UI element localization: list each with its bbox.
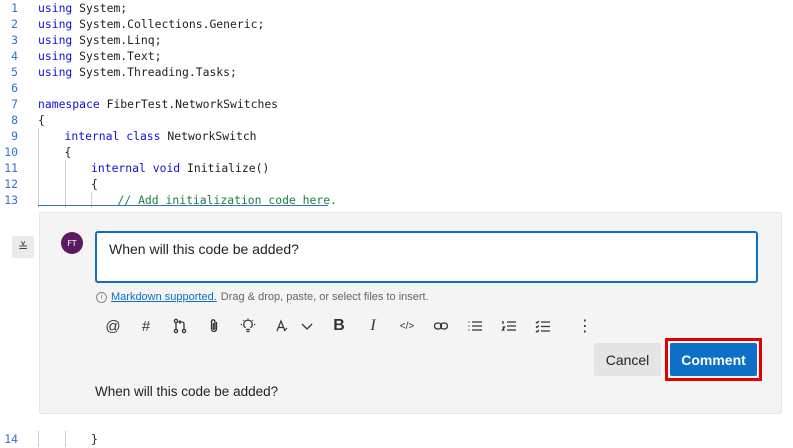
line-number: 8 xyxy=(11,113,18,127)
selected-line-underline xyxy=(38,205,328,206)
code-line: 14} xyxy=(0,431,793,447)
code-line: 2 using System.Collections.Generic; xyxy=(0,16,793,32)
line-number: 10 xyxy=(4,145,18,159)
code-text: using System.Threading.Tasks; xyxy=(38,65,237,79)
heading-icon[interactable] xyxy=(271,315,293,337)
code-text: { xyxy=(38,113,45,127)
code-line: 11 internal void Initialize() xyxy=(0,160,793,176)
mention-icon[interactable]: @ xyxy=(102,315,124,337)
code-text: { xyxy=(91,177,98,191)
code-text: internal void Initialize() xyxy=(91,161,270,175)
drag-drop-hint: Drag & drop, paste, or select files to i… xyxy=(220,291,429,303)
line-number: 13 xyxy=(4,193,18,207)
code-line: 12 { xyxy=(0,176,793,192)
attach-icon[interactable] xyxy=(203,315,225,337)
comment-button[interactable]: Comment xyxy=(670,343,757,376)
code-line: 5 using System.Threading.Tasks; xyxy=(0,64,793,80)
comment-preview-text: When will this code be added? xyxy=(95,384,279,399)
indent-guide xyxy=(38,431,39,447)
link-icon[interactable] xyxy=(430,315,452,337)
code-line: 4 using System.Text; xyxy=(0,48,793,64)
code-text: using System.Text; xyxy=(38,49,162,63)
checklist-icon[interactable] xyxy=(532,315,554,337)
indent-guide xyxy=(38,128,39,144)
code-line: 6 xyxy=(0,80,793,96)
code-line: 7 namespace FiberTest.NetworkSwitches xyxy=(0,96,793,112)
code-line: 1 using System; xyxy=(0,0,793,16)
more-options-icon[interactable]: ⋮ xyxy=(574,315,596,337)
line-number: 2 xyxy=(11,17,18,31)
work-item-icon[interactable]: # xyxy=(135,315,157,337)
line-number: 1 xyxy=(11,1,18,15)
code-line: 10 { xyxy=(0,144,793,160)
line-number: 12 xyxy=(4,177,18,191)
line-number: 14 xyxy=(4,432,18,446)
code-text: using System.Linq; xyxy=(38,33,162,47)
indent-guide xyxy=(38,176,39,192)
line-number: 4 xyxy=(11,49,18,63)
code-text: } xyxy=(91,432,98,446)
pull-request-icon[interactable] xyxy=(169,315,191,337)
indent-guide xyxy=(64,431,66,447)
numbered-list-icon[interactable] xyxy=(498,315,520,337)
indent-guide xyxy=(38,160,39,176)
cancel-button[interactable]: Cancel xyxy=(594,343,661,376)
code-line: 8{ xyxy=(0,112,793,128)
code-text: { xyxy=(64,145,72,159)
code-text: using System; xyxy=(38,1,128,15)
code-text: namespace FiberTest.NetworkSwitches xyxy=(38,97,279,111)
line-number: 7 xyxy=(11,97,18,111)
info-icon: i xyxy=(96,291,107,303)
collapse-thread-icon[interactable]: ≚ xyxy=(12,236,34,258)
line-number: 3 xyxy=(11,33,18,47)
bulleted-list-icon[interactable] xyxy=(464,315,486,337)
suggestion-icon[interactable] xyxy=(237,315,259,337)
heading-dropdown-icon[interactable] xyxy=(296,315,318,337)
comment-input[interactable]: When will this code be added? xyxy=(95,231,758,283)
line-number: 6 xyxy=(11,81,18,95)
code-text: using System.Collections.Generic; xyxy=(38,17,265,31)
code-line: 3 using System.Linq; xyxy=(0,32,793,48)
markdown-supported-link[interactable]: Markdown supported. xyxy=(111,291,217,303)
bold-icon[interactable]: B xyxy=(328,315,350,337)
indent-guide xyxy=(64,160,66,176)
code-line: 9 internal class NetworkSwitch xyxy=(0,128,793,144)
code-icon[interactable]: </> xyxy=(396,315,418,337)
avatar: FT xyxy=(61,232,83,254)
code-text: internal class NetworkSwitch xyxy=(64,129,257,143)
indent-guide xyxy=(38,144,39,160)
italic-icon[interactable]: I xyxy=(362,315,384,337)
indent-guide xyxy=(64,176,66,192)
line-number: 9 xyxy=(11,129,18,143)
markdown-hint-row: i Markdown supported. Drag & drop, paste… xyxy=(96,291,429,303)
line-number: 11 xyxy=(4,161,18,175)
line-number: 5 xyxy=(11,65,18,79)
